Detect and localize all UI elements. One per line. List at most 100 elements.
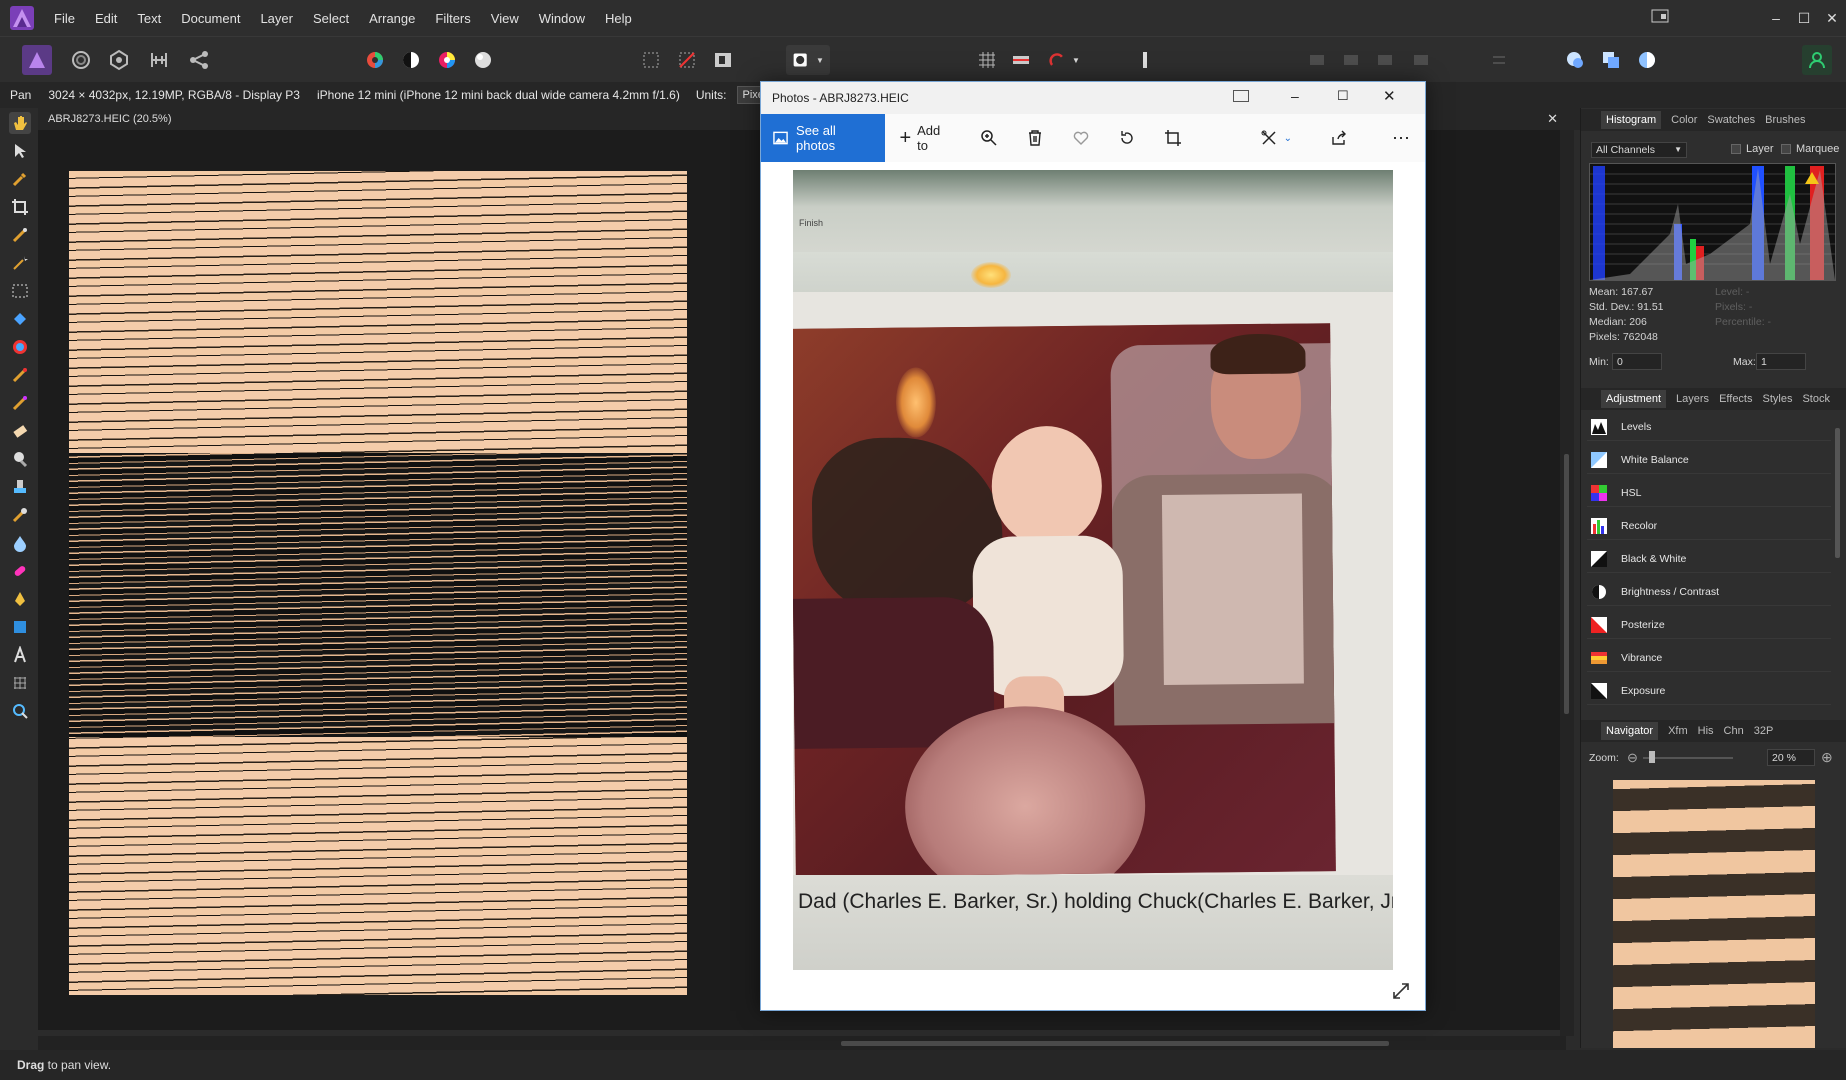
marquee-select-icon[interactable] <box>9 280 31 302</box>
menu-text[interactable]: Text <box>137 11 181 26</box>
tab-effects[interactable]: Effects <box>1719 393 1752 405</box>
export-persona-icon[interactable] <box>184 45 214 75</box>
zoom-out-icon[interactable]: ⊖ <box>1627 750 1638 766</box>
adjustment-scrollbar[interactable] <box>1835 428 1840 558</box>
fullscreen-expand-icon[interactable] <box>1391 981 1411 1001</box>
dodge-tool-icon[interactable] <box>9 448 31 470</box>
adjustment-brightness-contrast[interactable]: Brightness / Contrast <box>1587 578 1831 606</box>
menu-arrange[interactable]: Arrange <box>369 11 435 26</box>
crop-tool-icon[interactable] <box>9 196 31 218</box>
minimize-icon[interactable]: – <box>1762 10 1790 26</box>
tab-histogram[interactable]: Histogram <box>1601 111 1662 129</box>
tab-adjustment[interactable]: Adjustment <box>1601 390 1667 408</box>
erase-brush-icon[interactable] <box>9 420 31 442</box>
adjustment-recolor[interactable]: Recolor <box>1587 512 1831 540</box>
add-to-button[interactable]: + Add to <box>885 114 965 162</box>
liquify-persona-icon[interactable] <box>66 45 96 75</box>
assistant-icon[interactable] <box>1560 45 1590 75</box>
close-icon[interactable]: ✕ <box>1818 10 1846 27</box>
text-tool-icon[interactable] <box>9 644 31 666</box>
menu-layer[interactable]: Layer <box>260 11 313 26</box>
adjustment-exposure[interactable]: Exposure <box>1587 677 1831 705</box>
menu-select[interactable]: Select <box>313 11 369 26</box>
pen-tool-icon[interactable] <box>9 588 31 610</box>
snapping-dropdown[interactable]: ▼ <box>1042 45 1086 75</box>
crop-button[interactable] <box>1150 114 1196 162</box>
healing-brush-icon[interactable] <box>9 560 31 582</box>
blur-brush-icon[interactable] <box>9 532 31 554</box>
maximize-icon[interactable]: ☐ <box>1790 10 1818 27</box>
adjustment-levels[interactable]: Levels <box>1587 413 1831 441</box>
deselect-icon[interactable] <box>672 45 702 75</box>
channel-dropdown[interactable]: All Channels ▼ <box>1591 142 1687 158</box>
color-picker-icon[interactable] <box>9 168 31 190</box>
tab-stock[interactable]: Stock <box>1802 393 1830 405</box>
flood-fill-icon[interactable] <box>9 308 31 330</box>
mirror-icon[interactable] <box>1006 45 1036 75</box>
navigator-preview[interactable] <box>1613 780 1815 1048</box>
photos-minimize-icon[interactable]: – <box>1291 88 1299 104</box>
delete-button[interactable] <box>1012 114 1058 162</box>
boolean-icon[interactable] <box>1632 45 1662 75</box>
tab-swatches[interactable]: Swatches <box>1707 114 1755 126</box>
develop-persona-icon[interactable] <box>104 45 134 75</box>
min-input[interactable]: 0 <box>1612 353 1662 370</box>
arrange-icon[interactable] <box>1596 45 1626 75</box>
menu-document[interactable]: Document <box>181 11 260 26</box>
tab-channels[interactable]: Chn <box>1724 725 1744 737</box>
move-tool-icon[interactable] <box>9 140 31 162</box>
zoom-input[interactable]: 20 % <box>1767 749 1815 766</box>
gradient-tool-icon[interactable] <box>9 336 31 358</box>
menu-filters[interactable]: Filters <box>435 11 490 26</box>
menu-help[interactable]: Help <box>605 11 652 26</box>
flood-select-icon[interactable] <box>9 252 31 274</box>
grid-icon[interactable] <box>972 45 1002 75</box>
compact-overlay-icon[interactable] <box>1233 90 1249 102</box>
favorite-button[interactable] <box>1058 114 1104 162</box>
tab-history[interactable]: His <box>1698 725 1714 737</box>
zoom-in-icon[interactable]: ⊕ <box>1821 749 1833 766</box>
rectangle-tool-icon[interactable] <box>9 616 31 638</box>
mesh-warp-icon[interactable] <box>9 672 31 694</box>
adjustment-posterize[interactable]: Posterize <box>1587 611 1831 639</box>
tab-navigator[interactable]: Navigator <box>1601 722 1659 740</box>
zoom-button[interactable] <box>966 114 1012 162</box>
photo-persona-icon[interactable] <box>22 45 52 75</box>
close-document-icon[interactable]: ✕ <box>1547 111 1558 127</box>
viewed-photo[interactable]: Finish Dad (Charles E. Barker, Sr.) hold… <box>793 170 1393 970</box>
document-tab[interactable]: ABRJ8273.HEIC (20.5%) <box>48 113 172 125</box>
photos-maximize-icon[interactable]: ☐ <box>1337 88 1349 104</box>
context-help-icon[interactable] <box>1130 45 1160 75</box>
tab-32p[interactable]: 32P <box>1754 725 1774 737</box>
auto-levels-icon[interactable] <box>360 45 390 75</box>
tab-styles[interactable]: Styles <box>1763 393 1793 405</box>
color-replacement-icon[interactable] <box>9 392 31 414</box>
more-options-button[interactable]: ⋯ <box>1378 114 1425 162</box>
adjustment-vibrance[interactable]: Vibrance <box>1587 644 1831 672</box>
auto-contrast-icon[interactable] <box>396 45 426 75</box>
edit-create-button[interactable]: ⌄ <box>1246 114 1306 162</box>
max-input[interactable]: 1 <box>1756 353 1806 370</box>
align-icon-2[interactable] <box>1336 45 1366 75</box>
zoom-slider[interactable] <box>1643 757 1733 759</box>
photos-close-icon[interactable]: ✕ <box>1383 87 1396 105</box>
marquee-checkbox[interactable] <box>1781 144 1791 154</box>
align-icon-4[interactable] <box>1406 45 1436 75</box>
paint-brush-icon[interactable] <box>9 364 31 386</box>
adjustment-hsl[interactable]: HSL <box>1587 479 1831 507</box>
menu-window[interactable]: Window <box>539 11 605 26</box>
tab-layers[interactable]: Layers <box>1676 393 1709 405</box>
auto-colors-icon[interactable] <box>432 45 462 75</box>
quick-mask-dropdown[interactable]: ▼ <box>786 45 830 75</box>
adjustment-white-balance[interactable]: White Balance <box>1587 446 1831 474</box>
invert-selection-icon[interactable] <box>708 45 738 75</box>
hand-tool-icon[interactable] <box>9 112 31 134</box>
menu-file[interactable]: File <box>54 11 95 26</box>
vertical-scroll-thumb[interactable] <box>1564 454 1569 714</box>
tab-color[interactable]: Color <box>1671 114 1697 126</box>
align-icon-1[interactable] <box>1302 45 1332 75</box>
smudge-tool-icon[interactable] <box>9 504 31 526</box>
auto-white-balance-icon[interactable] <box>468 45 498 75</box>
tone-mapping-persona-icon[interactable] <box>144 45 174 75</box>
selection-brush-icon[interactable] <box>9 224 31 246</box>
